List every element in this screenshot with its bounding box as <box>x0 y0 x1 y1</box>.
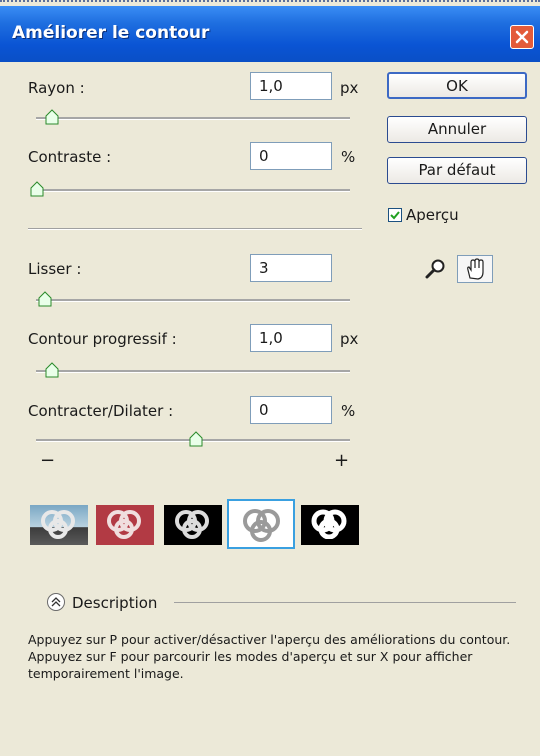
feather-field[interactable]: 1,0 <box>250 324 332 352</box>
cancel-button[interactable]: Annuler <box>387 116 527 143</box>
description-divider <box>174 602 516 603</box>
double-chevron-up-icon <box>51 597 61 607</box>
contrast-slider[interactable] <box>36 189 350 192</box>
radius-label: Rayon : <box>28 79 85 97</box>
preview-mode-quick-mask[interactable] <box>96 505 154 545</box>
radius-field[interactable]: 1,0 <box>250 72 332 100</box>
preview-label: Aperçu <box>406 206 459 224</box>
title-bar[interactable]: Améliorer le contour <box>0 6 540 62</box>
close-button[interactable] <box>510 25 534 49</box>
rings-icon <box>243 509 280 542</box>
ok-button[interactable]: OK <box>387 72 527 99</box>
rings-icon <box>175 510 209 539</box>
default-button[interactable]: Par défaut <box>387 157 527 184</box>
contrast-field[interactable]: 0 <box>250 142 332 170</box>
contrast-unit: % <box>341 148 356 166</box>
hand-icon <box>467 258 484 280</box>
separator <box>28 228 362 230</box>
contract-expand-label: Contracter/Dilater : <box>28 402 174 420</box>
preview-mode-on-white[interactable] <box>227 499 295 549</box>
preview-checkbox[interactable] <box>388 208 402 222</box>
contract-expand-field[interactable]: 0 <box>250 396 332 424</box>
contract-expand-slider-thumb[interactable] <box>189 431 203 447</box>
plus-label: + <box>334 450 350 471</box>
smooth-field[interactable]: 3 <box>250 254 332 282</box>
description-text: Appuyez sur P pour activer/désactiver l'… <box>28 632 511 681</box>
preview-mode-standard[interactable] <box>30 505 88 545</box>
rings-icon <box>107 510 141 539</box>
contrast-label: Contraste : <box>28 148 112 166</box>
refine-edge-dialog: Améliorer le contour Rayon : 1,0 px Cont… <box>0 0 540 756</box>
zoom-icon[interactable] <box>425 258 447 280</box>
contract-expand-unit: % <box>341 402 356 420</box>
dialog-title: Améliorer le contour <box>12 23 210 43</box>
smooth-slider-thumb[interactable] <box>38 291 52 307</box>
radius-unit: px <box>340 79 359 97</box>
hand-tool-button[interactable] <box>457 255 493 283</box>
feather-slider-thumb[interactable] <box>45 362 59 378</box>
feather-label: Contour progressif : <box>28 330 177 348</box>
feather-unit: px <box>340 330 359 348</box>
minus-label: − <box>40 450 56 471</box>
checkmark-icon <box>390 211 400 220</box>
contrast-slider-thumb[interactable] <box>30 181 44 197</box>
feather-slider[interactable] <box>36 370 350 373</box>
close-icon <box>515 30 529 44</box>
description-label: Description <box>72 594 158 612</box>
smooth-slider[interactable] <box>36 299 350 302</box>
rings-icon <box>41 510 75 539</box>
description-toggle[interactable] <box>47 593 65 611</box>
radius-slider[interactable] <box>36 117 350 120</box>
rings-icon <box>311 509 347 540</box>
smooth-label: Lisser : <box>28 260 82 278</box>
preview-mode-on-black[interactable] <box>164 505 222 545</box>
preview-mode-mask[interactable] <box>301 505 359 545</box>
radius-slider-thumb[interactable] <box>45 109 59 125</box>
